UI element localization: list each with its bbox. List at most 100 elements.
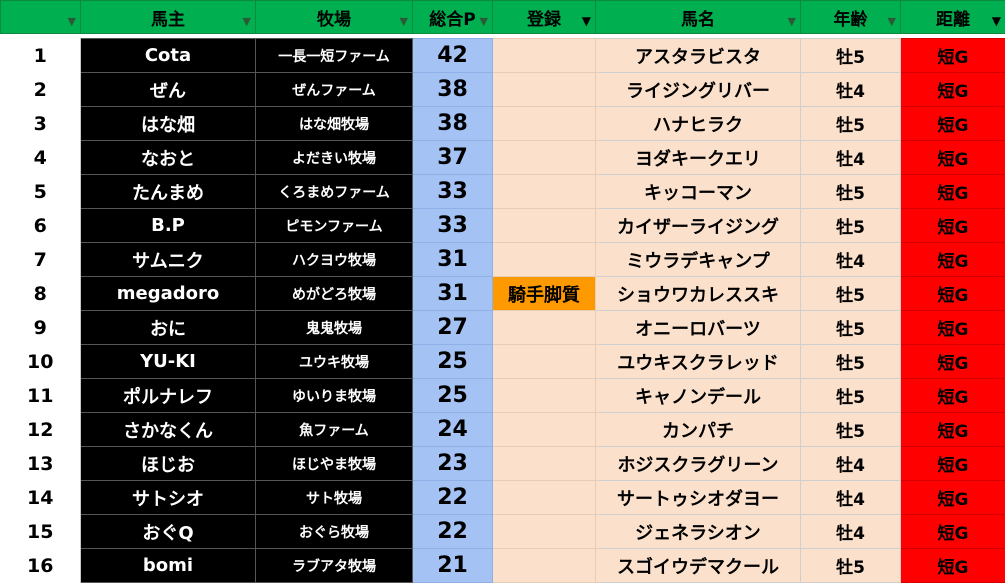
filter-dropdown-icon[interactable]: ▼ — [400, 16, 408, 27]
table-row[interactable]: 14サトシオサト牧場22サートゥシオダヨー牡4短G — [1, 481, 1005, 515]
age-cell[interactable]: 牡4 — [801, 141, 901, 175]
table-row[interactable]: 16bomiラブアタ牧場21スゴイウデマクール牡5短G — [1, 549, 1005, 583]
horse-name-cell[interactable]: ヨダキークエリ — [596, 141, 801, 175]
points-cell[interactable]: 33 — [413, 175, 493, 209]
horse-name-cell[interactable]: キッコーマン — [596, 175, 801, 209]
owner-cell[interactable]: なおと — [81, 141, 256, 175]
points-cell[interactable]: 37 — [413, 141, 493, 175]
owner-cell[interactable]: さかなくん — [81, 413, 256, 447]
registration-cell[interactable] — [493, 481, 596, 515]
farm-cell[interactable]: ユウキ牧場 — [256, 345, 413, 379]
farm-cell[interactable]: 魚ファーム — [256, 413, 413, 447]
distance-cell[interactable]: 短G — [901, 515, 1005, 549]
farm-cell[interactable]: おぐら牧場 — [256, 515, 413, 549]
filter-dropdown-icon[interactable]: ▼ — [888, 16, 896, 27]
rank-cell[interactable]: 9 — [1, 311, 81, 345]
registration-cell[interactable] — [493, 379, 596, 413]
table-row[interactable]: 3はな畑はな畑牧場38ハナヒラク牡5短G — [1, 107, 1005, 141]
filter-active-icon[interactable]: ▼ — [992, 15, 1001, 27]
registration-cell[interactable] — [493, 311, 596, 345]
farm-cell[interactable]: ほじやま牧場 — [256, 447, 413, 481]
table-row[interactable]: 15おぐQおぐら牧場22ジェネラシオン牡4短G — [1, 515, 1005, 549]
table-row[interactable]: 13ほじおほじやま牧場23ホジスクラグリーン牡4短G — [1, 447, 1005, 481]
distance-cell[interactable]: 短G — [901, 107, 1005, 141]
owner-cell[interactable]: megadoro — [81, 277, 256, 311]
owner-cell[interactable]: たんまめ — [81, 175, 256, 209]
points-cell[interactable]: 24 — [413, 413, 493, 447]
rank-cell[interactable]: 6 — [1, 209, 81, 243]
distance-cell[interactable]: 短G — [901, 243, 1005, 277]
table-row[interactable]: 5たんまめくろまめファーム33キッコーマン牡5短G — [1, 175, 1005, 209]
points-cell[interactable]: 25 — [413, 379, 493, 413]
points-cell[interactable]: 42 — [413, 39, 493, 73]
age-cell[interactable]: 牡5 — [801, 175, 901, 209]
points-cell[interactable]: 21 — [413, 549, 493, 583]
registration-cell[interactable] — [493, 73, 596, 107]
registration-cell[interactable] — [493, 413, 596, 447]
rank-cell[interactable]: 2 — [1, 73, 81, 107]
rank-cell[interactable]: 11 — [1, 379, 81, 413]
rank-cell[interactable]: 8 — [1, 277, 81, 311]
distance-cell[interactable]: 短G — [901, 175, 1005, 209]
points-cell[interactable]: 22 — [413, 481, 493, 515]
filter-dropdown-icon[interactable]: ▼ — [480, 16, 488, 27]
table-row[interactable]: 12さかなくん魚ファーム24カンパチ牡5短G — [1, 413, 1005, 447]
distance-cell[interactable]: 短G — [901, 345, 1005, 379]
points-cell[interactable]: 38 — [413, 73, 493, 107]
age-cell[interactable]: 牡5 — [801, 379, 901, 413]
points-cell[interactable]: 31 — [413, 243, 493, 277]
distance-cell[interactable]: 短G — [901, 447, 1005, 481]
rank-cell[interactable]: 13 — [1, 447, 81, 481]
filter-active-icon[interactable]: ▼ — [582, 15, 591, 27]
owner-cell[interactable]: サトシオ — [81, 481, 256, 515]
table-row[interactable]: 9おに鬼鬼牧場27オニーロバーツ牡5短G — [1, 311, 1005, 345]
owner-cell[interactable]: B.P — [81, 209, 256, 243]
distance-cell[interactable]: 短G — [901, 209, 1005, 243]
age-cell[interactable]: 牡5 — [801, 107, 901, 141]
owner-cell[interactable]: ぜん — [81, 73, 256, 107]
owner-cell[interactable]: bomi — [81, 549, 256, 583]
points-cell[interactable]: 22 — [413, 515, 493, 549]
registration-cell[interactable] — [493, 175, 596, 209]
age-cell[interactable]: 牡5 — [801, 311, 901, 345]
distance-cell[interactable]: 短G — [901, 413, 1005, 447]
owner-cell[interactable]: Cota — [81, 39, 256, 73]
rank-cell[interactable]: 16 — [1, 549, 81, 583]
farm-cell[interactable]: ピモンファーム — [256, 209, 413, 243]
owner-cell[interactable]: YU-KI — [81, 345, 256, 379]
farm-cell[interactable]: ハクヨウ牧場 — [256, 243, 413, 277]
farm-cell[interactable]: ぜんファーム — [256, 73, 413, 107]
farm-cell[interactable]: めがどろ牧場 — [256, 277, 413, 311]
owner-cell[interactable]: ポルナレフ — [81, 379, 256, 413]
age-cell[interactable]: 牡5 — [801, 39, 901, 73]
age-cell[interactable]: 牡5 — [801, 277, 901, 311]
horse-name-cell[interactable]: オニーロバーツ — [596, 311, 801, 345]
horse-name-cell[interactable]: カイザーライジング — [596, 209, 801, 243]
owner-cell[interactable]: おに — [81, 311, 256, 345]
age-cell[interactable]: 牡5 — [801, 345, 901, 379]
points-cell[interactable]: 25 — [413, 345, 493, 379]
distance-cell[interactable]: 短G — [901, 379, 1005, 413]
farm-cell[interactable]: よだきい牧場 — [256, 141, 413, 175]
horse-name-cell[interactable]: ライジングリバー — [596, 73, 801, 107]
distance-cell[interactable]: 短G — [901, 277, 1005, 311]
table-row[interactable]: 1Cota一長一短ファーム42アスタラビスタ牡5短G — [1, 39, 1005, 73]
rank-cell[interactable]: 3 — [1, 107, 81, 141]
table-row[interactable]: 11ポルナレフゆいりま牧場25キャノンデール牡5短G — [1, 379, 1005, 413]
farm-cell[interactable]: ゆいりま牧場 — [256, 379, 413, 413]
registration-cell[interactable] — [493, 549, 596, 583]
owner-cell[interactable]: サムニク — [81, 243, 256, 277]
farm-cell[interactable]: 一長一短ファーム — [256, 39, 413, 73]
distance-cell[interactable]: 短G — [901, 73, 1005, 107]
distance-cell[interactable]: 短G — [901, 141, 1005, 175]
distance-cell[interactable]: 短G — [901, 481, 1005, 515]
horse-name-cell[interactable]: ユウキスクラレッド — [596, 345, 801, 379]
horse-name-cell[interactable]: カンパチ — [596, 413, 801, 447]
horse-name-cell[interactable]: ホジスクラグリーン — [596, 447, 801, 481]
rank-cell[interactable]: 4 — [1, 141, 81, 175]
owner-cell[interactable]: おぐQ — [81, 515, 256, 549]
rank-cell[interactable]: 14 — [1, 481, 81, 515]
rank-cell[interactable]: 12 — [1, 413, 81, 447]
age-cell[interactable]: 牡4 — [801, 243, 901, 277]
owner-cell[interactable]: ほじお — [81, 447, 256, 481]
